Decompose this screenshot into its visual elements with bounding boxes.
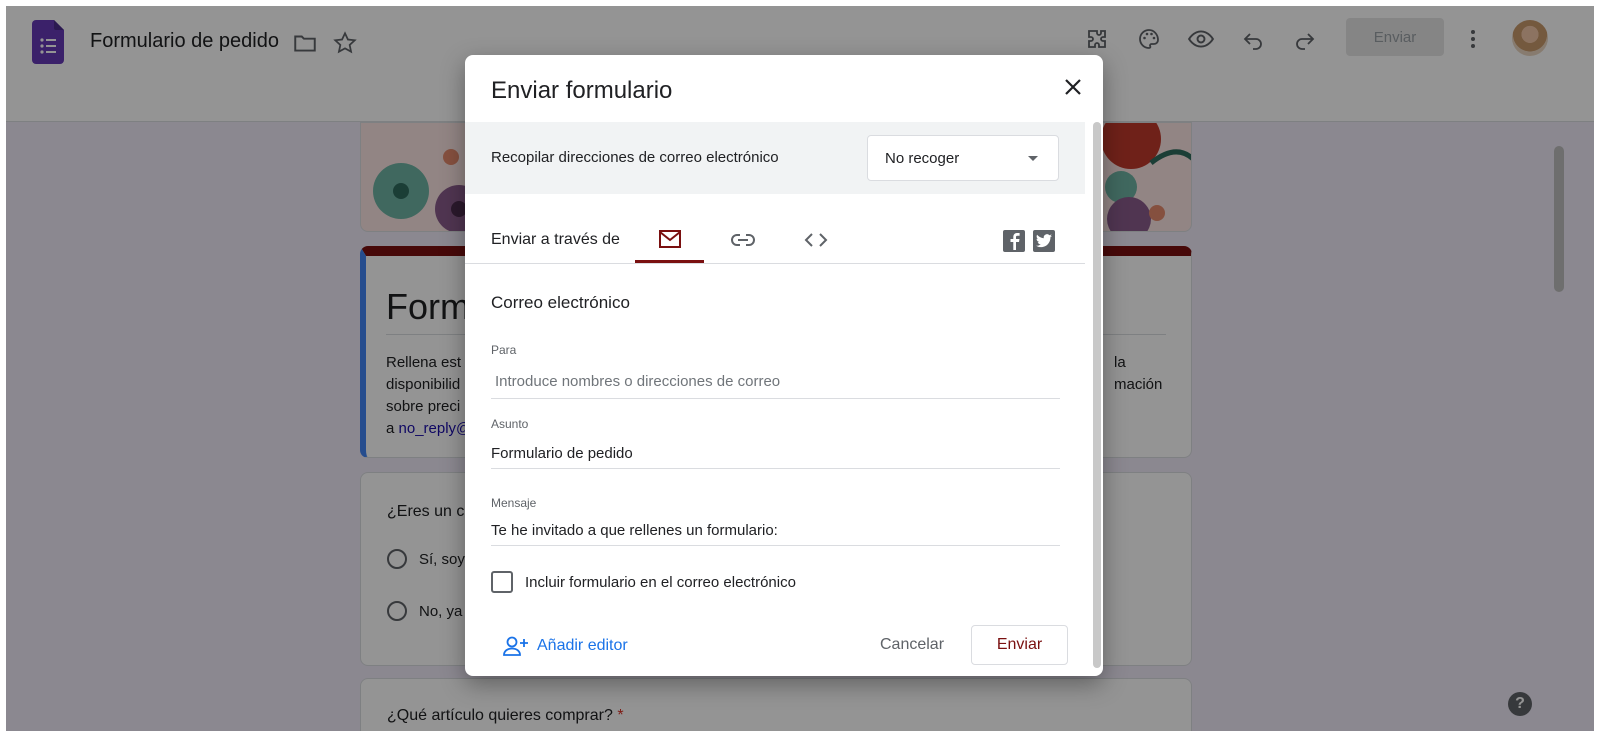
include-form-checkbox[interactable] [491, 571, 513, 593]
person-add-icon [503, 636, 528, 656]
to-label: Para [491, 343, 517, 357]
cancel-button[interactable]: Cancelar [869, 627, 955, 663]
tabs-divider [465, 263, 1085, 264]
send-form-dialog: Enviar formulario Recopilar direcciones … [465, 55, 1103, 676]
to-field[interactable] [491, 365, 1060, 399]
mail-icon [658, 229, 681, 248]
send-button[interactable]: Enviar [971, 625, 1068, 665]
include-form-checkbox-row[interactable]: Incluir formulario en el correo electrón… [491, 571, 796, 593]
collect-emails-label: Recopilar direcciones de correo electrón… [491, 149, 779, 166]
message-label: Mensaje [491, 496, 537, 510]
tab-embed[interactable] [781, 217, 850, 263]
message-field[interactable] [491, 515, 1060, 546]
subject-field[interactable] [491, 439, 1060, 469]
subject-label: Asunto [491, 417, 529, 431]
facebook-icon[interactable] [1003, 230, 1025, 252]
section-title: Correo electrónico [491, 293, 630, 312]
embed-code-icon [804, 233, 827, 247]
add-editor-button[interactable]: Añadir editor [503, 635, 628, 657]
tab-link[interactable] [708, 217, 777, 263]
tab-email[interactable] [635, 217, 704, 263]
close-icon[interactable] [1059, 73, 1087, 101]
dialog-title: Enviar formulario [491, 77, 673, 104]
include-form-label: Incluir formulario en el correo electrón… [525, 573, 796, 591]
collect-emails-row: Recopilar direcciones de correo electrón… [465, 122, 1085, 194]
link-icon [730, 234, 755, 246]
twitter-icon[interactable] [1033, 230, 1055, 252]
dropdown-arrow-icon [1028, 156, 1038, 161]
dialog-scrollbar[interactable] [1093, 122, 1101, 668]
send-via-label: Enviar a través de [491, 231, 620, 248]
collect-emails-select[interactable]: No recoger [867, 135, 1059, 181]
